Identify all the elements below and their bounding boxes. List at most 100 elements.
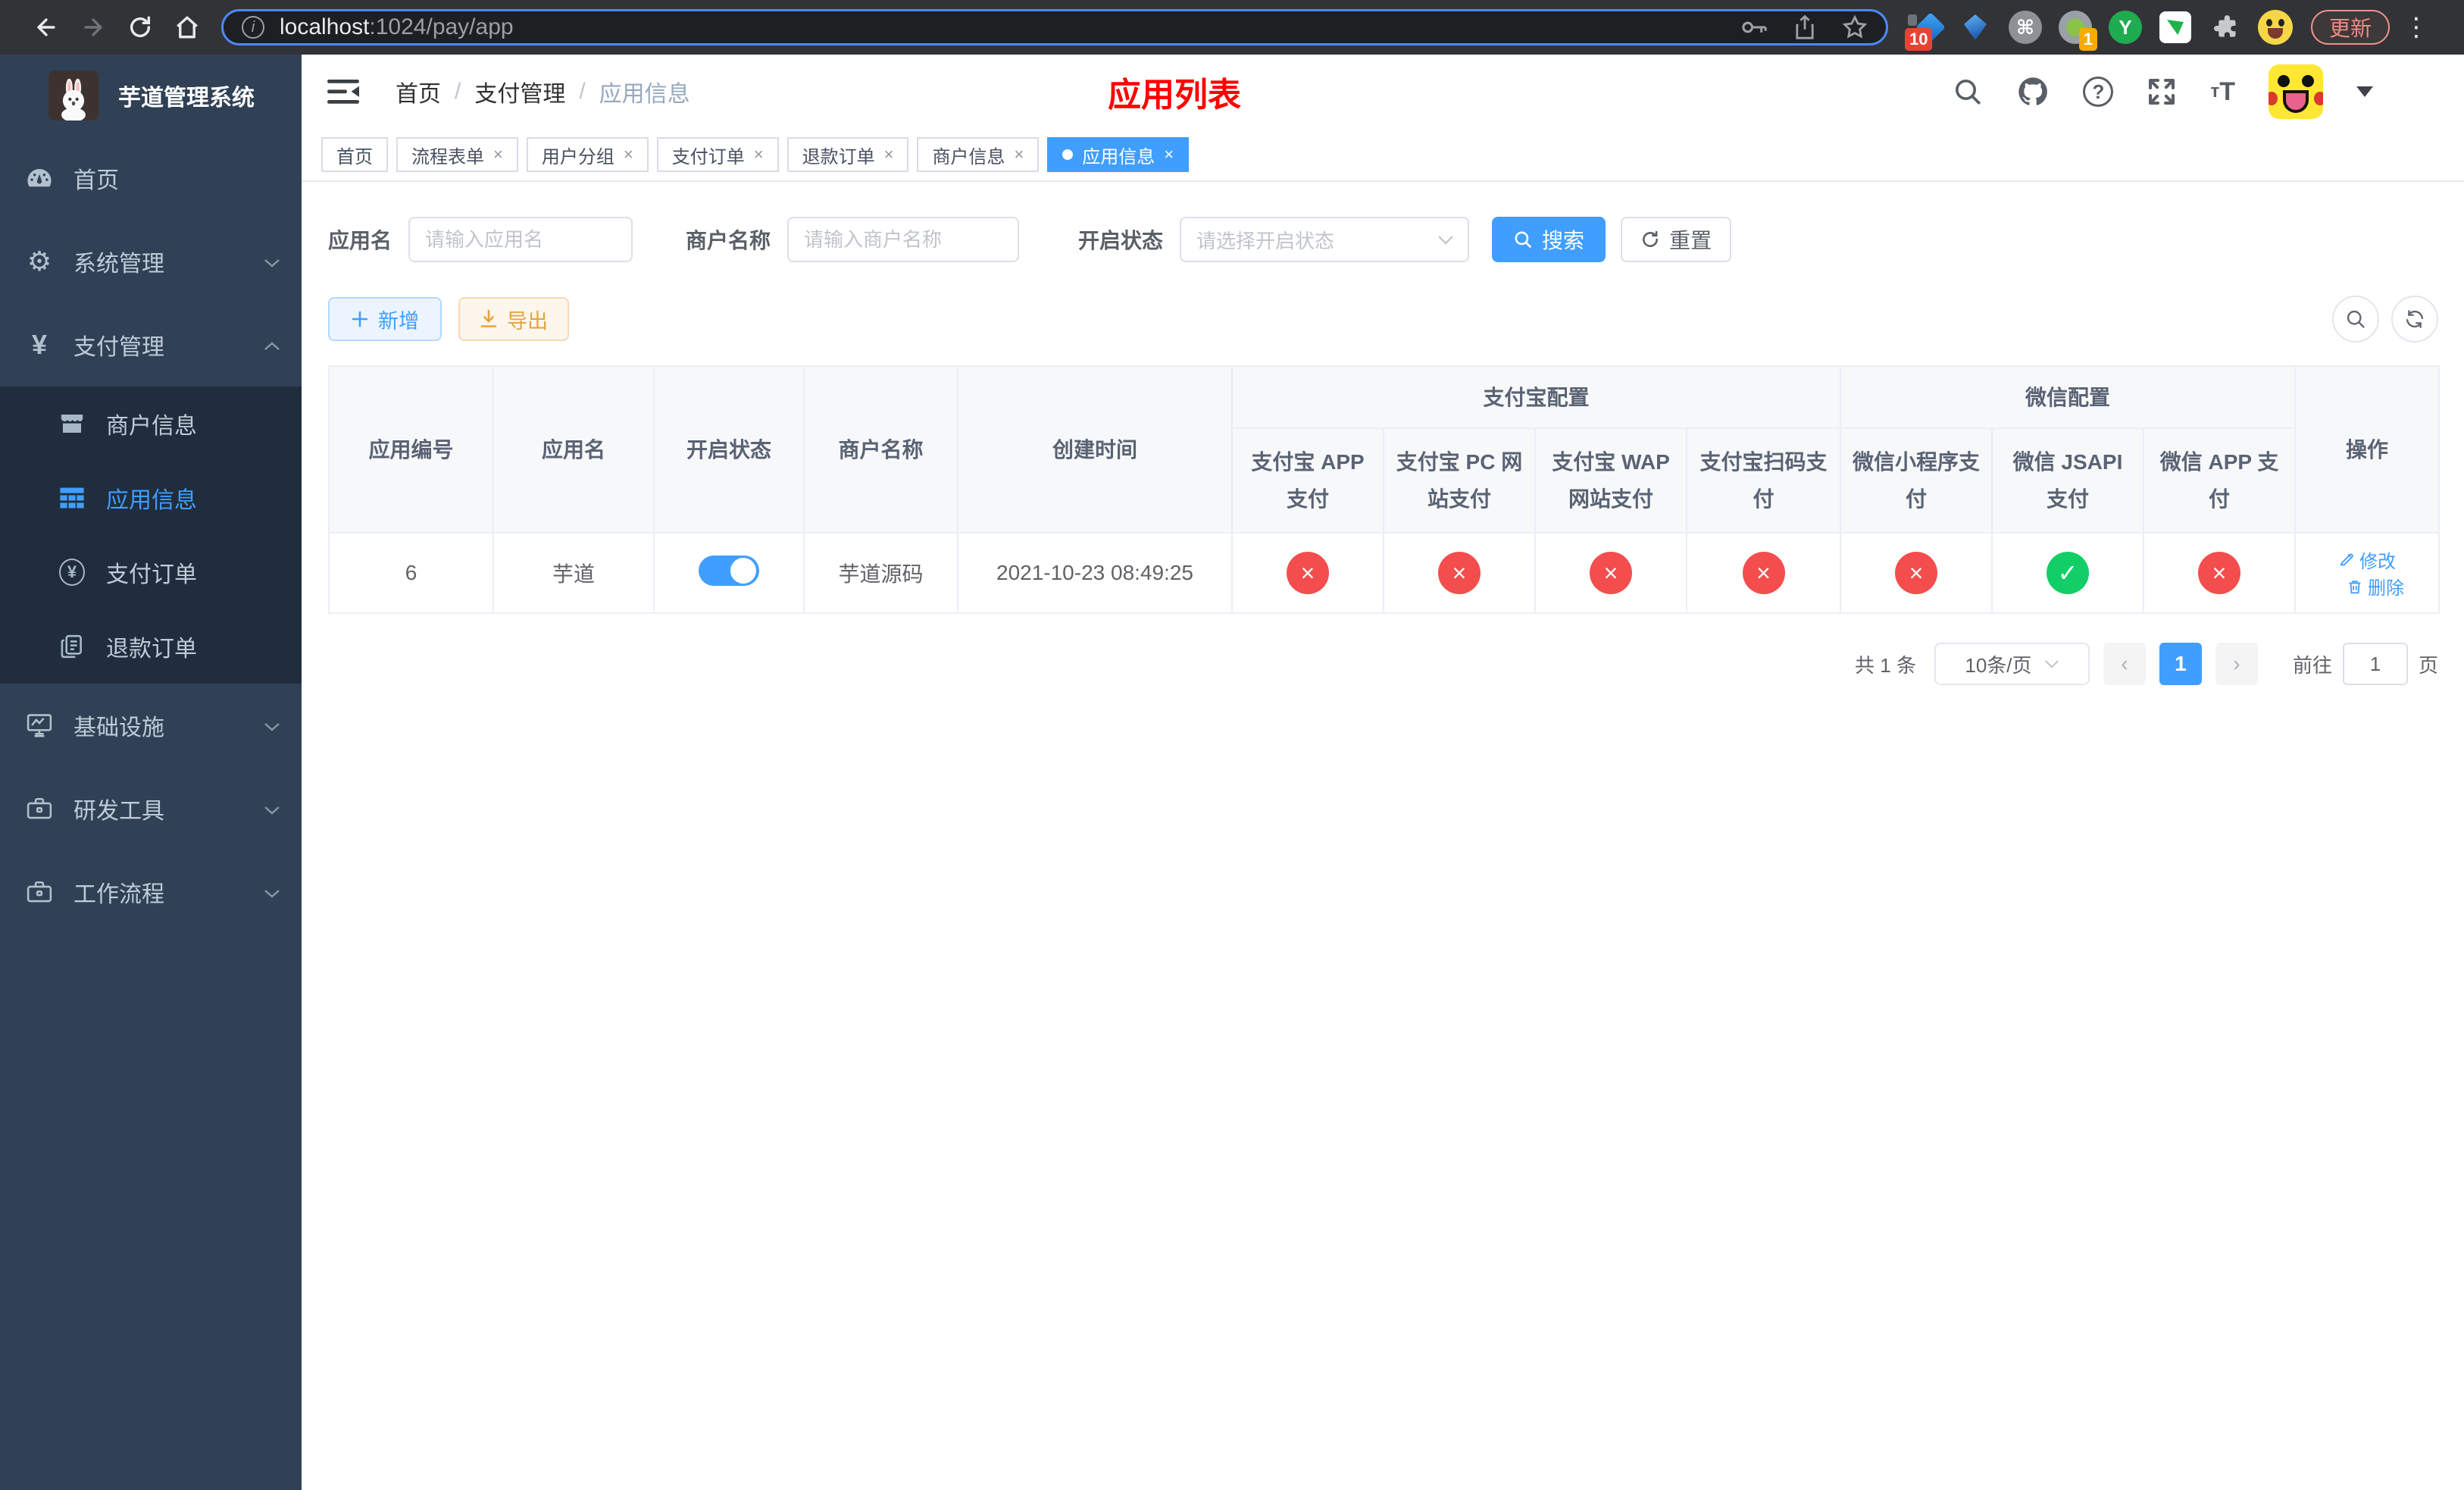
avatar-caret-icon[interactable] [2356, 86, 2373, 97]
github-icon[interactable] [2016, 75, 2050, 108]
extension-y-icon[interactable]: Y [2108, 10, 2143, 45]
extension-command-icon[interactable]: ⌘ [2008, 10, 2043, 45]
col-alipay-app: 支付宝 APP 支付 [1231, 427, 1384, 534]
tab-app-info[interactable]: 应用信息 × [1047, 137, 1190, 172]
app-logo[interactable]: 芋道管理系统 [0, 55, 302, 136]
close-icon[interactable]: × [754, 145, 764, 164]
sidebar-item-infrastructure[interactable]: 基础设施 [0, 684, 302, 767]
tab-merchant-info[interactable]: 商户信息 × [917, 137, 1040, 172]
table-refresh-icon[interactable] [2391, 296, 2438, 343]
next-page-button[interactable]: › [2215, 643, 2258, 685]
close-icon[interactable]: × [493, 145, 503, 164]
sidebar-item-merchant-info[interactable]: 商户信息 [0, 387, 302, 461]
site-info-icon[interactable]: i [242, 16, 264, 39]
chevron-down-icon [264, 879, 280, 905]
reload-icon[interactable] [117, 14, 164, 40]
tab-refund-order[interactable]: 退款订单 × [786, 137, 909, 172]
page-number-button[interactable]: 1 [2159, 643, 2202, 685]
chevron-down-icon [1438, 235, 1453, 245]
status-toggle[interactable] [699, 555, 759, 586]
breadcrumb-payment[interactable]: 支付管理 [474, 75, 565, 108]
close-icon[interactable]: × [1014, 145, 1024, 164]
status-fail-icon: × [1438, 552, 1481, 594]
app-name-input[interactable] [408, 217, 633, 262]
search-icon[interactable] [1953, 77, 1983, 107]
goto-page-input[interactable] [2342, 643, 2408, 685]
reset-button[interactable]: 重置 [1621, 217, 1732, 262]
app-name-label: 应用名 [328, 229, 392, 252]
dashboard-icon [27, 167, 52, 189]
url-bar[interactable]: i localhost:1024/pay/app [221, 9, 1888, 45]
col-app-name: 应用名 [492, 365, 655, 534]
page-size-select[interactable]: 10条/页 [1934, 643, 2090, 685]
refresh-icon [1643, 230, 1659, 247]
sidebar-item-home[interactable]: 首页 [0, 136, 302, 220]
extension-green-dot-icon[interactable]: 1 [2058, 10, 2097, 51]
table-search-icon[interactable] [2332, 296, 2379, 343]
share-icon[interactable] [1793, 14, 1816, 40]
sidebar-item-app-info[interactable]: 应用信息 [0, 461, 302, 535]
col-alipay-pc: 支付宝 PC 网站支付 [1383, 427, 1536, 534]
cell-created: 2021-10-23 08:49:25 [957, 532, 1233, 614]
prev-page-button[interactable]: ‹ [2103, 643, 2146, 685]
url-text[interactable]: localhost:1024/pay/app [280, 14, 1740, 40]
close-icon[interactable]: × [1164, 145, 1174, 164]
sidebar-item-dev-tools[interactable]: 研发工具 [0, 767, 302, 850]
breadcrumb-home[interactable]: 首页 [396, 75, 441, 108]
sidebar-item-system[interactable]: ⚙ 系统管理 [0, 220, 302, 303]
pagination: 共 1 条 10条/页 ‹ 1 › 前往 页 [328, 643, 2438, 685]
merchant-name-label: 商户名称 [686, 229, 771, 252]
table-row: 6 芋道 芋道源码 2021-10-23 08:49:25 × × × × × … [328, 532, 2441, 614]
tab-home[interactable]: 首页 [321, 137, 388, 172]
extension-strip: 10 ⌘ 1 Y [1905, 10, 2293, 51]
tab-process-form[interactable]: 流程表单 × [396, 137, 518, 172]
browser-menu-icon[interactable]: ⋮ [2403, 12, 2429, 42]
sidebar-item-refund-order[interactable]: 退款订单 [0, 609, 302, 684]
briefcase-icon [27, 797, 52, 820]
col-app-id: 应用编号 [328, 365, 494, 534]
avatar[interactable] [2269, 64, 2323, 119]
font-size-icon[interactable]: тT [2210, 77, 2235, 107]
sidebar-item-label: 商户信息 [106, 414, 197, 439]
sidebar-collapse-icon[interactable] [327, 77, 361, 106]
status-select[interactable]: 请选择开启状态 [1180, 217, 1470, 262]
bookmark-star-icon[interactable] [1842, 14, 1868, 40]
forward-icon[interactable] [70, 14, 117, 40]
merchant-name-input[interactable] [787, 217, 1020, 262]
export-button[interactable]: 导出 [458, 297, 569, 341]
edit-link[interactable]: 修改 [2338, 546, 2396, 573]
delete-link[interactable]: 删除 [2347, 573, 2404, 599]
sidebar: 芋道管理系统 首页 ⚙ 系统管理 ¥ 支付管理 商户信息 应用信息 ¥ 支付订单… [0, 55, 302, 1490]
fullscreen-icon[interactable] [2147, 77, 2177, 107]
extensions-puzzle-icon[interactable] [2208, 10, 2243, 45]
sidebar-item-payment[interactable]: ¥ 支付管理 [0, 303, 302, 387]
sidebar-item-pay-order[interactable]: ¥ 支付订单 [0, 535, 302, 609]
app-table: 应用编号 应用名 开启状态 商户名称 创建时间 支付宝配置 微信配置 操作 支付… [328, 365, 2441, 614]
sidebar-item-label: 首页 [73, 168, 119, 193]
breadcrumb-current: 应用信息 [599, 82, 690, 107]
app-title: 芋道管理系统 [118, 86, 255, 111]
extension-emoji-avatar-icon[interactable] [2258, 10, 2293, 45]
sidebar-item-label: 支付订单 [106, 562, 197, 587]
close-icon[interactable]: × [884, 145, 894, 164]
home-icon[interactable] [164, 14, 211, 40]
tab-user-group[interactable]: 用户分组 × [526, 137, 649, 172]
extension-blue-diamond-icon[interactable]: 10 [1905, 10, 1946, 51]
extension-kite-icon[interactable] [1958, 10, 1993, 45]
help-icon[interactable]: ? [2083, 77, 2114, 107]
status-fail-icon: × [1895, 552, 1938, 594]
password-key-icon[interactable] [1740, 17, 1768, 37]
browser-update-button[interactable]: 更新 [2311, 10, 2391, 45]
close-icon[interactable]: × [624, 145, 633, 164]
add-button[interactable]: 新增 [328, 297, 442, 341]
main-area: 首页 / 支付管理 / 应用信息 应用列表 ? тT 首页 流程表单 × 用户分… [302, 55, 2464, 1490]
tab-pay-order[interactable]: 支付订单 × [656, 137, 779, 172]
group-alipay: 支付宝配置 [1230, 365, 1842, 429]
chevron-down-icon [264, 712, 280, 738]
payment-submenu: 商户信息 应用信息 ¥ 支付订单 退款订单 [0, 387, 302, 684]
search-button[interactable]: 搜索 [1492, 217, 1606, 262]
extension-chat-icon[interactable] [2158, 10, 2193, 45]
pagination-total: 共 1 条 [1855, 653, 1916, 677]
sidebar-item-workflow[interactable]: 工作流程 [0, 850, 302, 934]
back-icon[interactable] [23, 14, 70, 40]
